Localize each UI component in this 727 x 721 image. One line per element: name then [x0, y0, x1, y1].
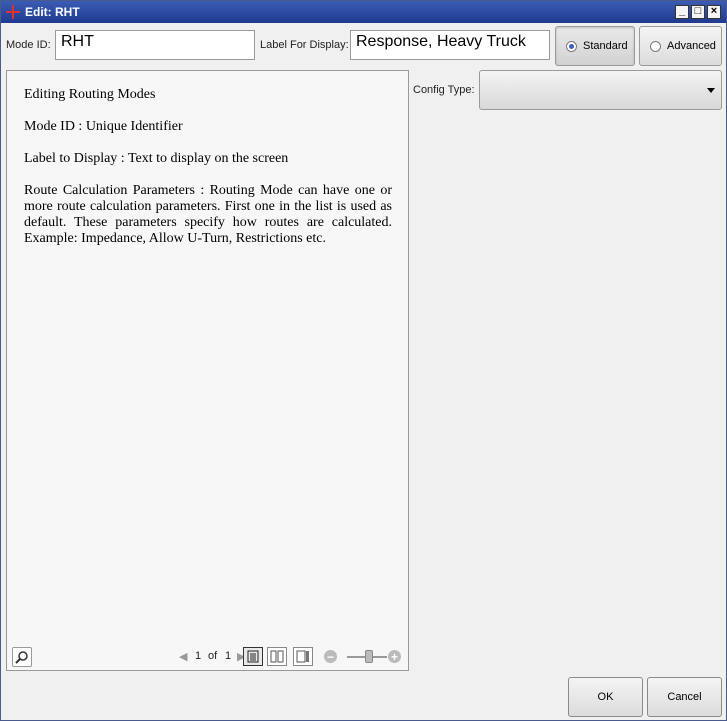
continuous-view-icon[interactable] [293, 647, 313, 666]
document-toolbar: ◀ 1 of 1 ▶ − + [7, 644, 408, 670]
page-current: 1 [195, 650, 202, 662]
standard-radio[interactable]: Standard [555, 26, 635, 66]
minimize-button[interactable]: _ [675, 5, 689, 19]
app-icon [6, 5, 20, 19]
config-type-label: Config Type: [413, 84, 475, 96]
dropdown-arrow-icon [707, 88, 715, 93]
radio-selected-icon [566, 40, 577, 52]
advanced-radio[interactable]: Advanced [639, 26, 722, 66]
help-document-viewer: Editing Routing Modes Mode ID : Unique I… [6, 70, 409, 671]
doc-paragraph: Route Calculation Parameters : Routing M… [24, 183, 392, 246]
config-type-dropdown[interactable] [479, 70, 722, 110]
single-page-view-icon[interactable] [243, 647, 263, 666]
page-prev-icon[interactable]: ◀ [179, 650, 187, 663]
mode-id-label: Mode ID: [6, 39, 51, 51]
close-button[interactable]: × [707, 5, 721, 19]
display-label: Label For Display: [260, 39, 349, 51]
edit-dialog: Edit: RHT _ □ × Mode ID: RHT Label For D… [0, 0, 727, 721]
title-bar[interactable]: Edit: RHT _ □ × [1, 1, 726, 23]
zoom-in-icon[interactable]: + [388, 650, 401, 663]
page-total: 1 [225, 650, 232, 662]
standard-label: Standard [583, 40, 628, 52]
doc-paragraph: Mode ID : Unique Identifier [24, 119, 183, 134]
doc-heading: Editing Routing Modes [24, 87, 156, 102]
window-title: Edit: RHT [25, 5, 80, 19]
document-content: Editing Routing Modes Mode ID : Unique I… [24, 87, 392, 263]
zoom-slider-thumb[interactable] [365, 650, 373, 663]
search-icon[interactable] [12, 647, 32, 667]
radio-unselected-icon [650, 40, 661, 52]
ok-button[interactable]: OK [568, 677, 643, 717]
cancel-button[interactable]: Cancel [647, 677, 722, 717]
maximize-button[interactable]: □ [691, 5, 705, 19]
zoom-out-icon[interactable]: − [324, 650, 337, 663]
doc-paragraph: Label to Display : Text to display on th… [24, 151, 289, 166]
advanced-label: Advanced [667, 40, 716, 52]
mode-id-field[interactable]: RHT [55, 30, 255, 60]
header-form: Mode ID: RHT Label For Display: Response… [1, 25, 726, 67]
window-controls: _ □ × [675, 5, 721, 19]
display-label-field[interactable]: Response, Heavy Truck [350, 30, 550, 60]
two-page-view-icon[interactable] [267, 647, 287, 666]
page-of: of [208, 650, 218, 662]
